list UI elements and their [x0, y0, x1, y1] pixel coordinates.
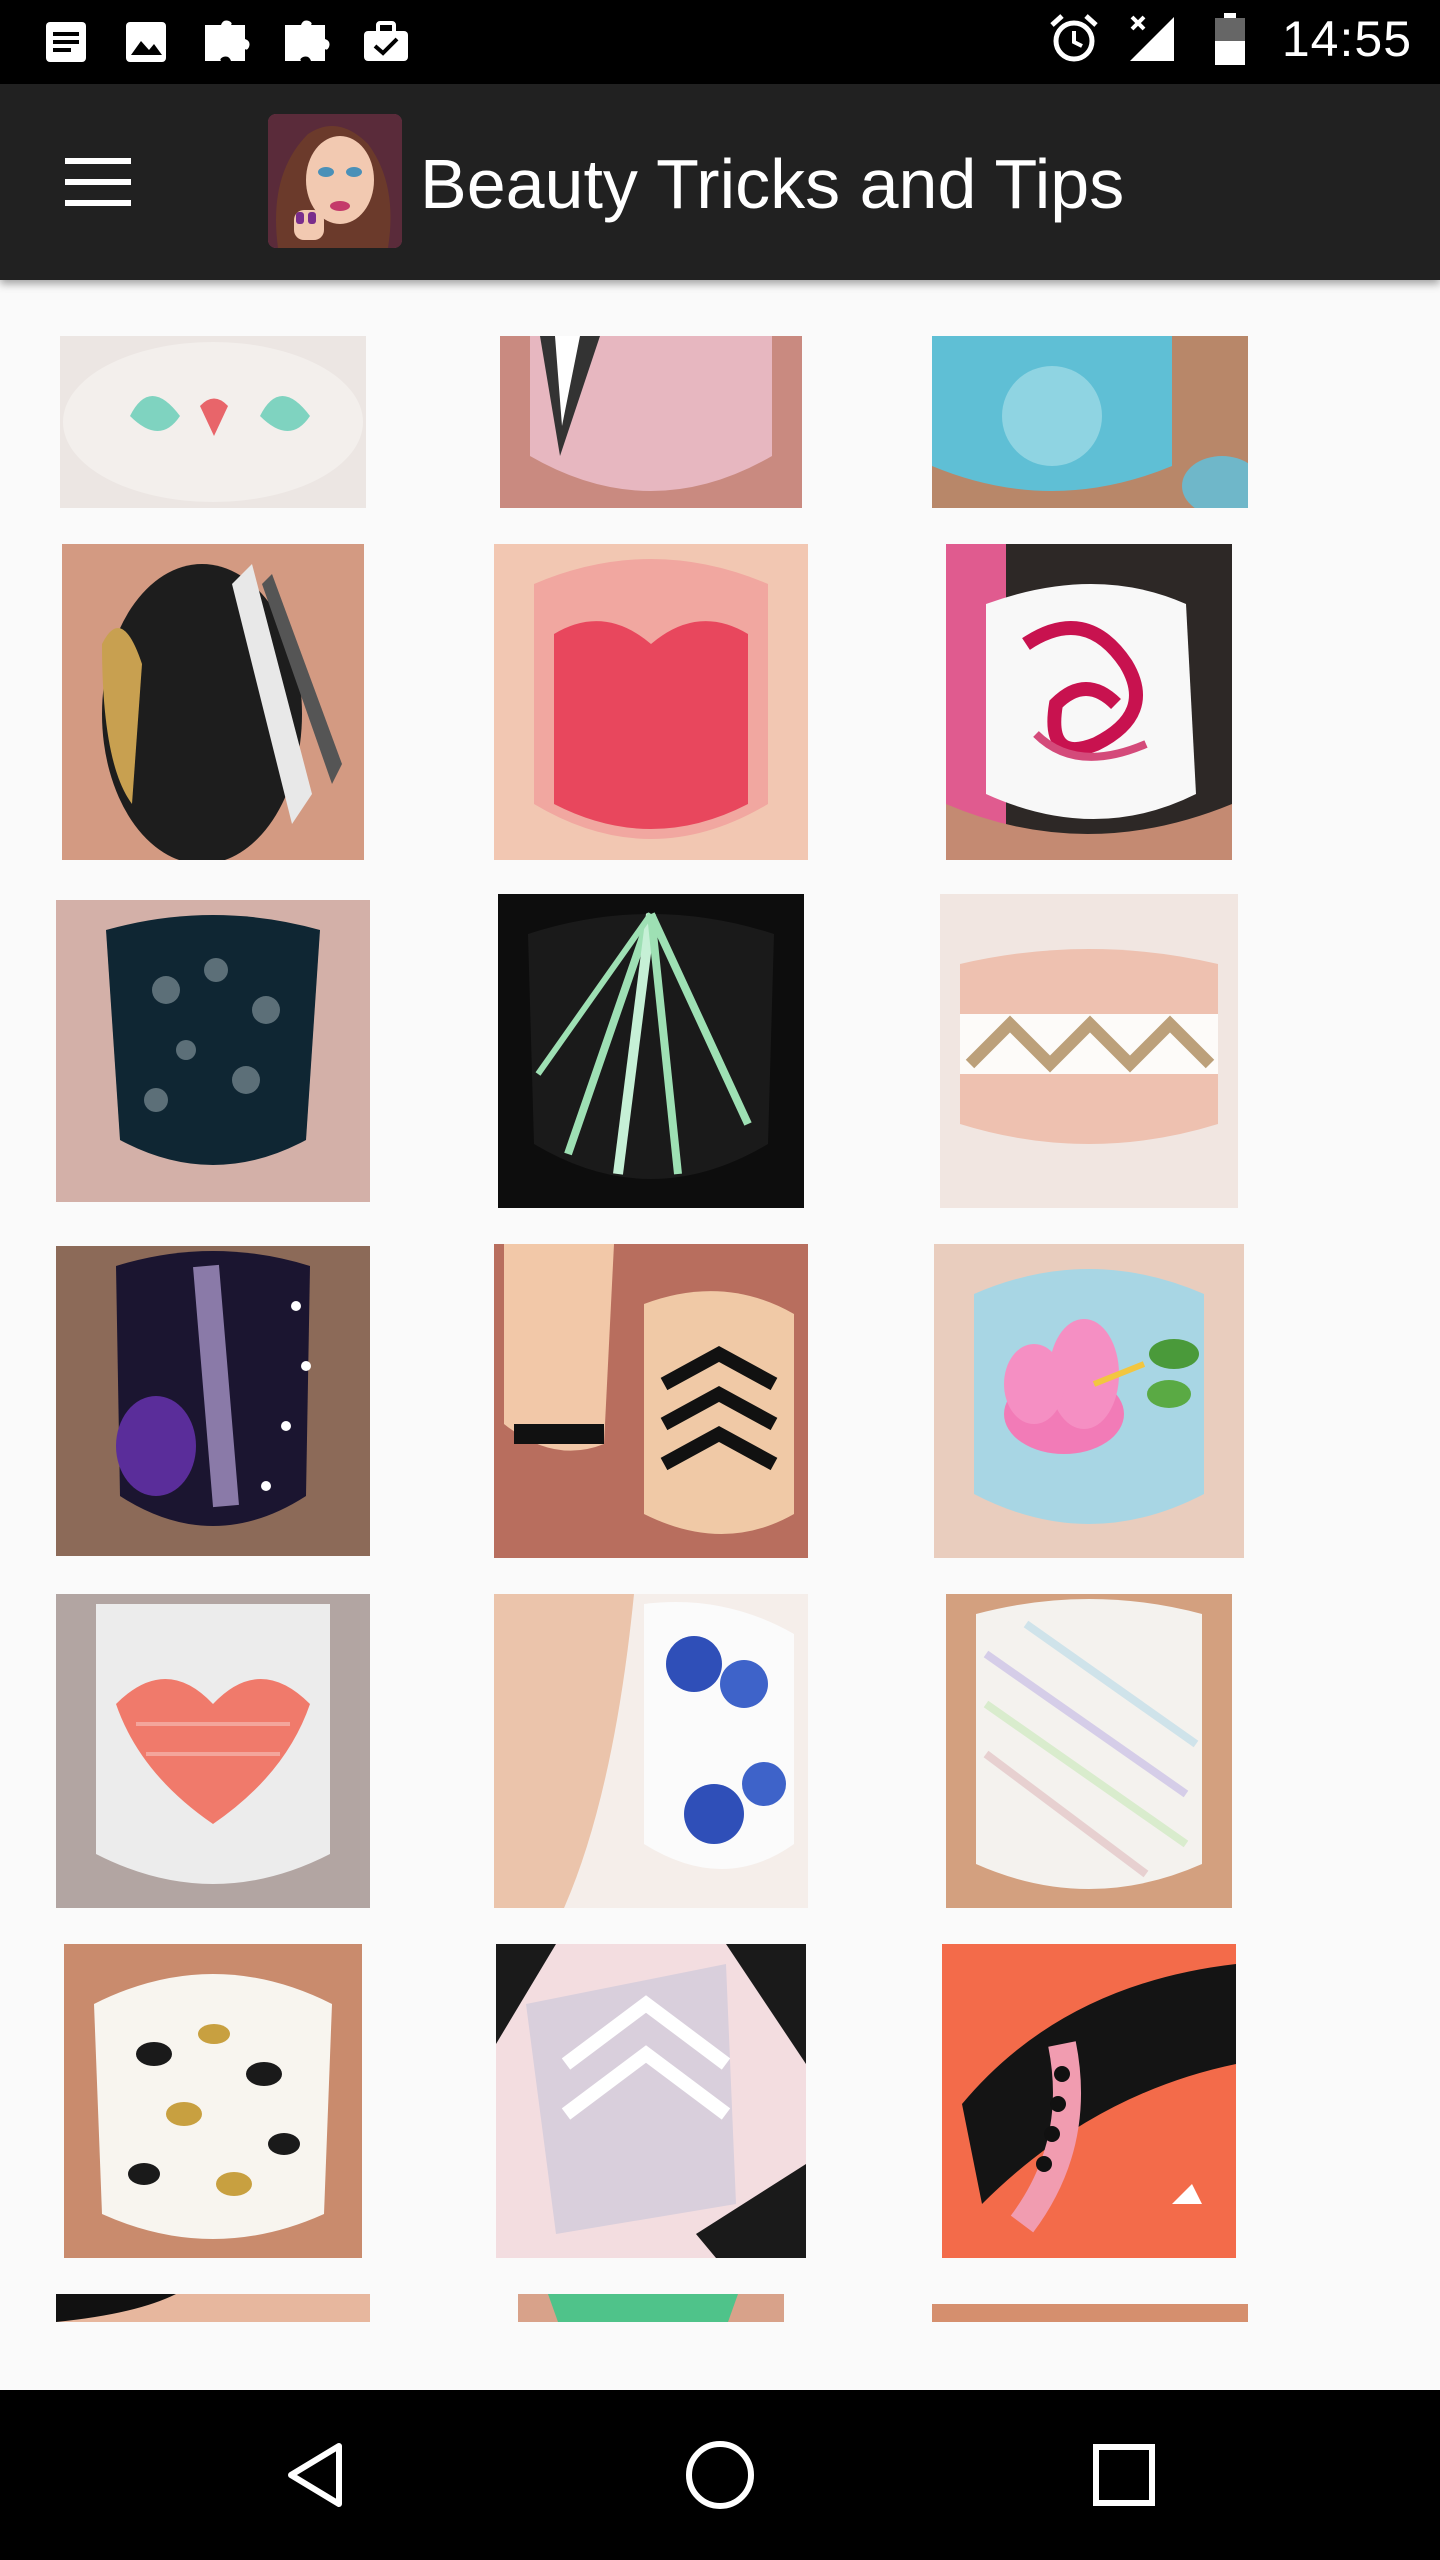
nail-gallery-grid[interactable] — [0, 280, 1440, 2390]
home-circle-icon[interactable] — [670, 2425, 770, 2525]
gallery-thumbnail[interactable] — [932, 336, 1248, 508]
gallery-thumbnail[interactable] — [494, 1594, 808, 1908]
hamburger-menu-icon[interactable] — [48, 132, 148, 232]
recents-square-icon[interactable] — [1074, 2425, 1174, 2525]
gallery-thumbnail[interactable] — [494, 1244, 808, 1558]
app-title: Beauty Tricks and Tips — [420, 145, 1125, 223]
system-nav-bar — [0, 2390, 1440, 2560]
puzzle-icon — [280, 16, 332, 68]
back-triangle-icon[interactable] — [266, 2425, 366, 2525]
status-time: 14:55 — [1281, 11, 1412, 67]
gallery-thumbnail[interactable] — [946, 544, 1232, 860]
gallery-thumbnail[interactable] — [940, 894, 1238, 1208]
signal-off-icon — [1126, 13, 1178, 65]
gallery-thumbnail[interactable] — [518, 2294, 784, 2322]
gallery-thumbnail[interactable] — [56, 900, 370, 1202]
gallery-thumbnail[interactable] — [498, 894, 804, 1208]
alarm-icon — [1048, 13, 1100, 65]
gallery-thumbnail[interactable] — [500, 336, 802, 508]
briefcase-check-icon — [360, 16, 412, 68]
gallery-thumbnail[interactable] — [494, 544, 808, 860]
gallery-thumbnail[interactable] — [64, 1944, 362, 2258]
gallery-thumbnail[interactable] — [942, 1944, 1236, 2258]
gallery-thumbnail[interactable] — [934, 1244, 1244, 1558]
image-icon — [120, 16, 172, 68]
gallery-thumbnail[interactable] — [60, 336, 366, 508]
puzzle-icon — [200, 16, 252, 68]
gallery-thumbnail[interactable] — [496, 1944, 806, 2258]
gallery-thumbnail[interactable] — [932, 2304, 1248, 2322]
app-bar: Beauty Tricks and Tips — [0, 84, 1440, 280]
gallery-thumbnail[interactable] — [56, 2294, 370, 2322]
status-bar: 14:55 — [0, 0, 1440, 84]
gallery-thumbnail[interactable] — [56, 1594, 370, 1908]
gallery-thumbnail[interactable] — [62, 544, 364, 860]
gallery-thumbnail[interactable] — [56, 1246, 370, 1556]
app-logo — [268, 114, 402, 248]
battery-icon — [1204, 13, 1256, 65]
notes-icon — [40, 16, 92, 68]
gallery-thumbnail[interactable] — [946, 1594, 1232, 1908]
